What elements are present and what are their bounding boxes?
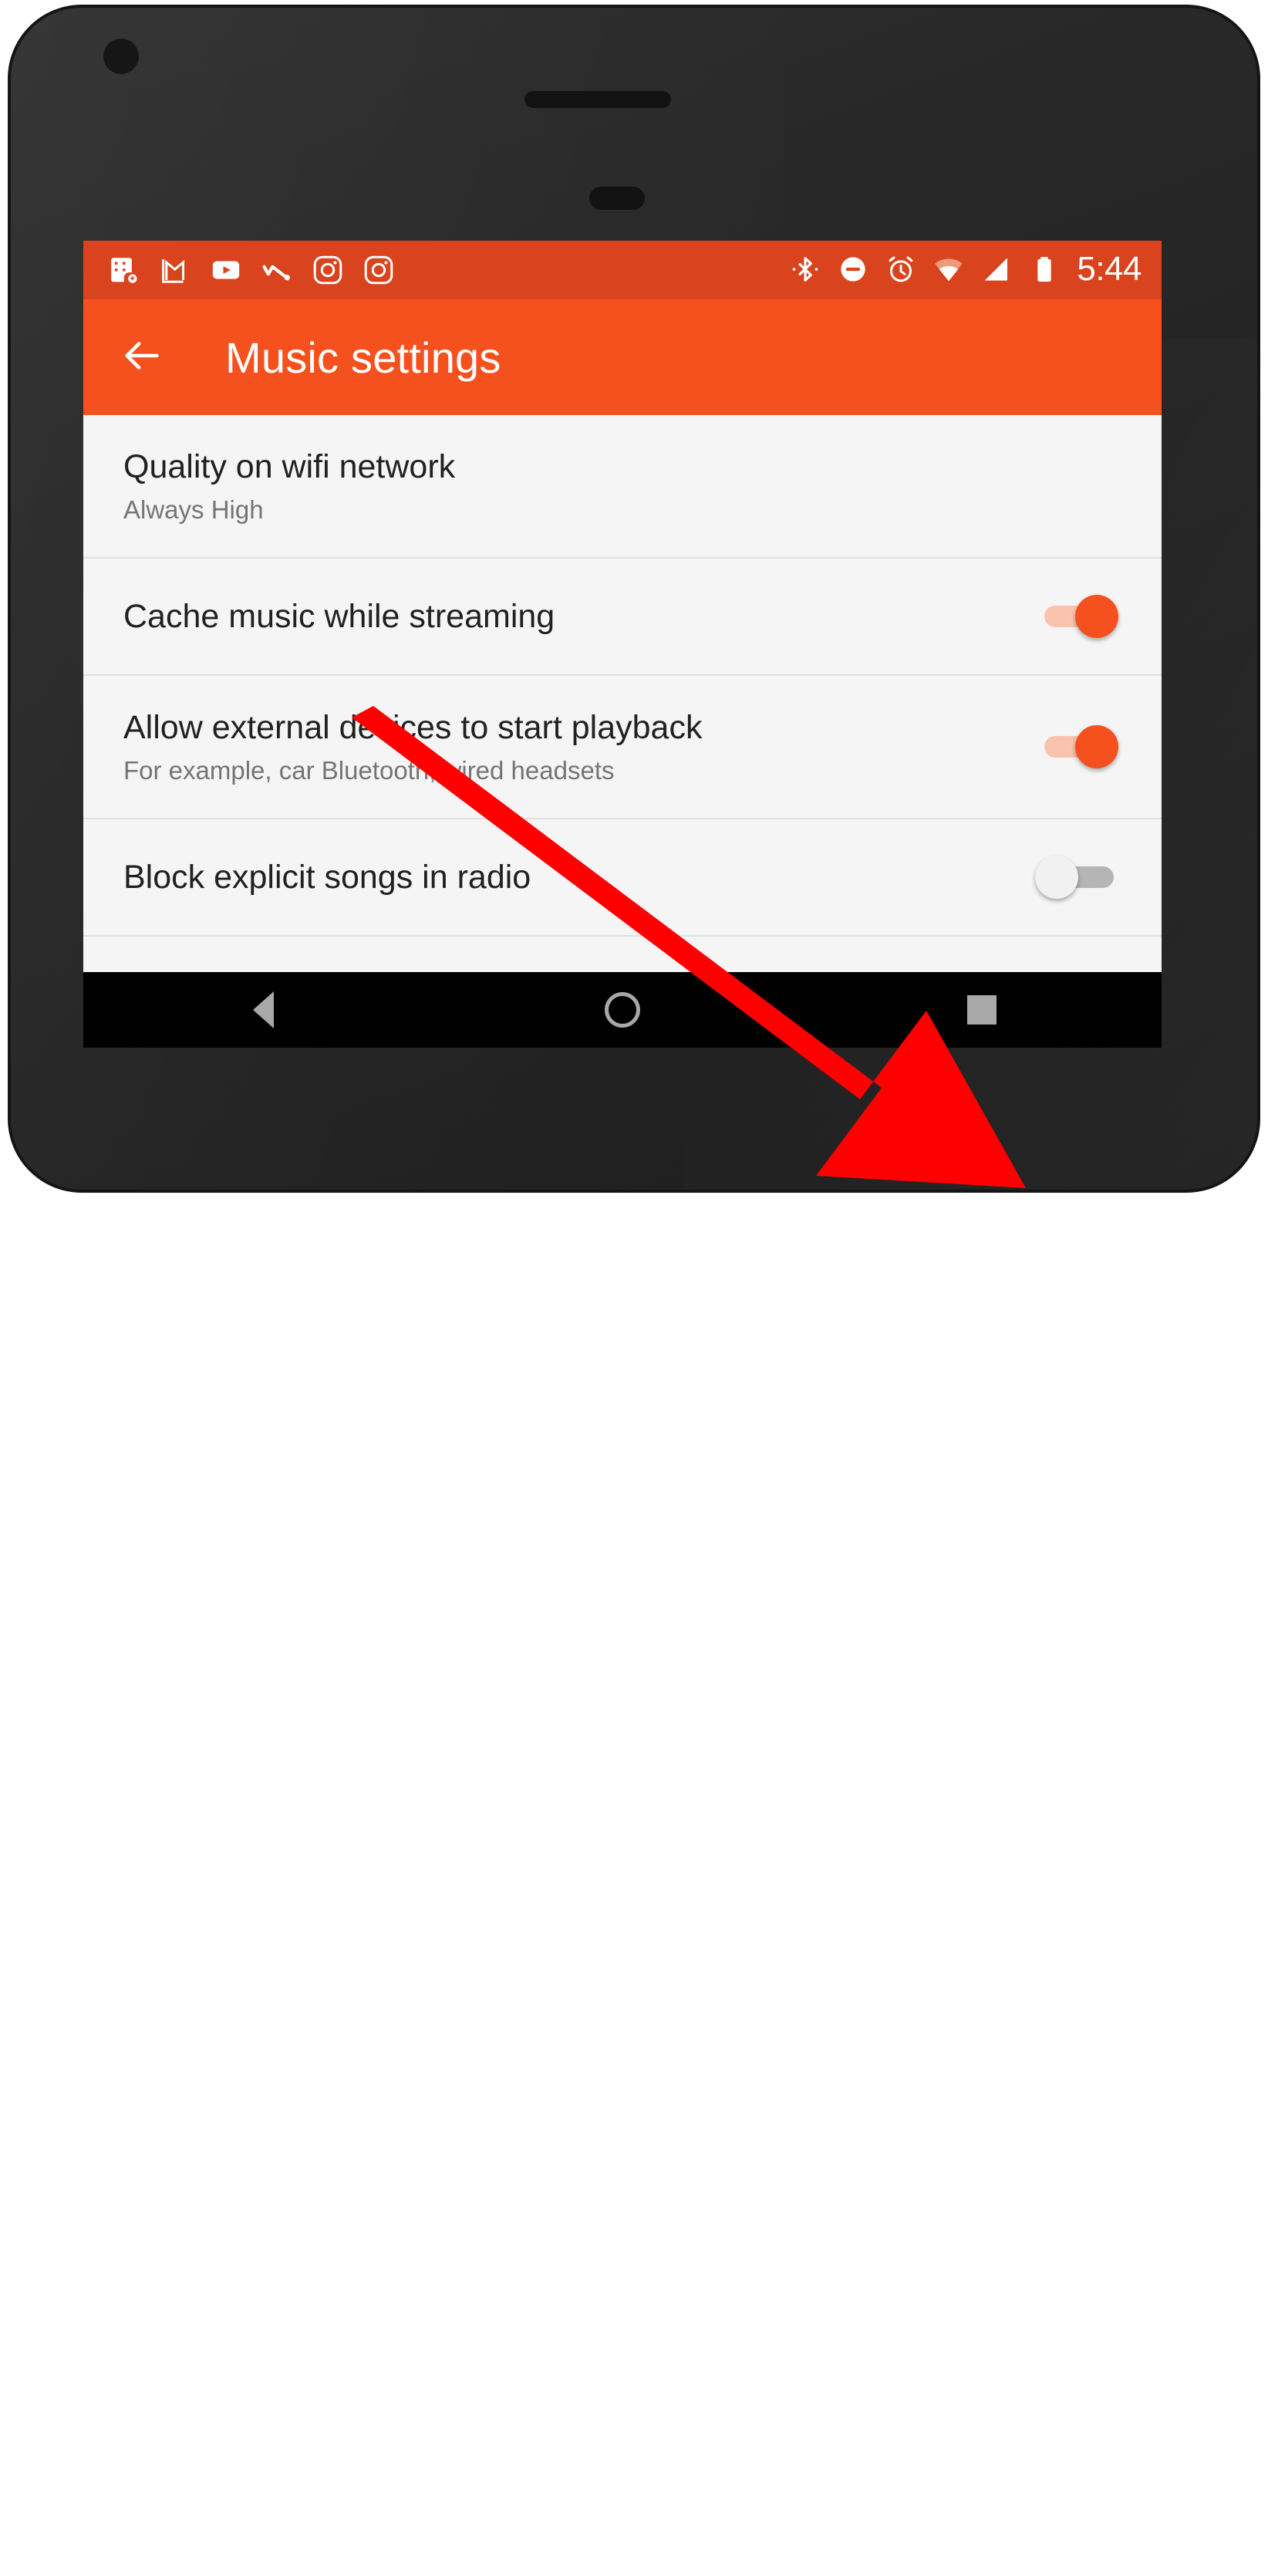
instagram-icon xyxy=(312,254,344,286)
setting-row-quality-on-wifi[interactable]: Quality on wifi network Always High xyxy=(83,415,1162,559)
status-bar-clock: 5:44 xyxy=(1077,249,1142,288)
youtube-icon xyxy=(210,254,242,286)
alarm-icon xyxy=(885,254,918,286)
system-navigation-bar xyxy=(83,972,1162,1048)
cellular-signal-icon xyxy=(981,254,1013,286)
setting-subtitle: For example, car Bluetooth, wired headse… xyxy=(123,755,615,785)
status-bar: 5:44 xyxy=(83,241,1162,299)
zigzag-activity-icon xyxy=(261,254,293,286)
settings-list: Quality on wifi network Always High Cach… xyxy=(83,415,1162,1048)
setting-title: Allow external devices to start playback xyxy=(123,708,703,746)
block-explicit-toggle[interactable] xyxy=(1032,849,1126,905)
status-bar-notification-icons xyxy=(83,254,395,286)
back-triangle-icon xyxy=(252,991,274,1028)
setting-title: Cache music while streaming xyxy=(123,597,555,635)
nav-back-button[interactable] xyxy=(228,972,298,1048)
setting-subtitle: Always High xyxy=(123,495,264,524)
nav-recents-button[interactable] xyxy=(947,972,1017,1048)
bluetooth-icon xyxy=(790,254,822,286)
battery-icon xyxy=(1029,254,1061,286)
page-title: Music settings xyxy=(225,333,501,382)
instagram-icon xyxy=(363,254,395,286)
front-camera-icon xyxy=(103,39,139,74)
setting-row-allow-external-devices[interactable]: Allow external devices to start playback… xyxy=(83,676,1162,819)
arrow-left-icon xyxy=(120,333,164,382)
screenshot-add-icon xyxy=(108,254,140,286)
back-button[interactable] xyxy=(117,333,167,382)
setting-title: Block explicit songs in radio xyxy=(123,858,531,896)
nav-home-button[interactable] xyxy=(588,972,657,1048)
phone-screen: 5:44 Music settings Quality on wifi netw… xyxy=(83,241,1162,1048)
earpiece-speaker xyxy=(524,91,671,108)
setting-row-block-explicit[interactable]: Block explicit songs in radio xyxy=(83,819,1162,937)
setting-title: Quality on wifi network xyxy=(123,447,456,485)
allow-external-devices-toggle[interactable] xyxy=(1032,719,1126,775)
toggle-thumb xyxy=(1075,725,1118,768)
home-circle-icon xyxy=(605,992,640,1028)
status-bar-system-icons: 5:44 xyxy=(790,252,1162,289)
toggle-thumb xyxy=(1035,856,1078,899)
wifi-icon xyxy=(933,254,966,286)
sensor-slot xyxy=(589,187,645,210)
setting-row-cache-music[interactable]: Cache music while streaming xyxy=(83,559,1162,676)
do-not-disturb-icon xyxy=(838,254,870,286)
recents-square-icon xyxy=(967,995,997,1025)
cache-music-toggle[interactable] xyxy=(1032,589,1126,644)
toggle-thumb xyxy=(1075,595,1118,638)
app-bar: Music settings xyxy=(83,299,1162,415)
gmail-icon xyxy=(159,254,191,286)
